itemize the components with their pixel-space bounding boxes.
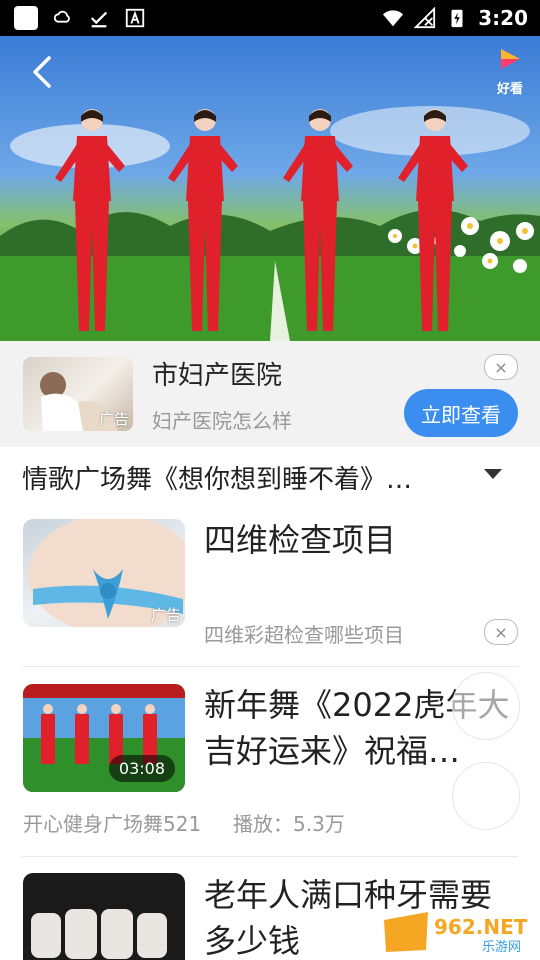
ad-close-button[interactable]: × bbox=[484, 354, 518, 380]
feed-item-subtitle: 四维彩超检查哪些项目 bbox=[204, 623, 404, 647]
video-author[interactable]: 开心健身广场舞521 bbox=[23, 808, 201, 837]
video-player[interactable]: 好看 bbox=[0, 36, 540, 341]
floating-action-button[interactable] bbox=[452, 672, 520, 740]
video-thumbnail[interactable] bbox=[23, 873, 185, 960]
battery-charging-icon bbox=[451, 9, 463, 28]
back-icon[interactable] bbox=[24, 52, 64, 92]
weather-icon bbox=[53, 10, 70, 23]
no-signal-icon bbox=[414, 7, 436, 29]
feed-ad-item[interactable]: 广告 四维检查项目 四维彩超检查哪些项目 × bbox=[0, 509, 540, 667]
video-title-row[interactable]: 情歌广场舞《想你想到睡不着》… bbox=[0, 447, 540, 509]
video-title: 情歌广场舞《想你想到睡不着》… bbox=[22, 465, 413, 495]
ad-tag: 广告 bbox=[150, 606, 181, 624]
feed-ad-close-button[interactable]: × bbox=[484, 619, 518, 645]
watermark-logo: 962.NET 乐游网 bbox=[384, 912, 528, 955]
dancer-figure bbox=[55, 109, 125, 331]
status-bar: 3:20 bbox=[0, 0, 540, 36]
video-play-count: 播放：5.3万 bbox=[233, 812, 345, 836]
video-thumbnail-image bbox=[31, 909, 167, 959]
app-notification-icon bbox=[14, 6, 38, 30]
feed-item-title[interactable]: 四维检查项目 bbox=[204, 517, 514, 563]
dancer-figure bbox=[398, 109, 468, 331]
clock: 3:20 bbox=[478, 6, 528, 30]
floating-action-button[interactable] bbox=[452, 762, 520, 830]
watermark-subtext: 乐游网 bbox=[482, 940, 521, 954]
close-icon: × bbox=[494, 622, 508, 642]
ad-cta-button[interactable]: 立即查看 bbox=[404, 389, 518, 437]
dancer-figure bbox=[283, 109, 353, 331]
haokan-label: 好看 bbox=[496, 82, 523, 97]
video-duration: 03:08 bbox=[108, 755, 175, 782]
ad-thumbnail[interactable]: 广告 bbox=[23, 357, 133, 431]
video-thumbnail[interactable]: 03:08 bbox=[23, 684, 185, 792]
feed-ad-thumbnail[interactable]: 广告 bbox=[23, 519, 185, 627]
wifi-icon bbox=[383, 10, 404, 27]
ad-title[interactable]: 市妇产医院 bbox=[152, 355, 282, 392]
haokan-play-icon bbox=[501, 49, 520, 69]
download-done-icon bbox=[90, 11, 108, 28]
haokan-logo[interactable]: 好看 bbox=[490, 46, 530, 97]
text-a-icon bbox=[125, 8, 145, 28]
watermark-text: 962.NET bbox=[434, 915, 528, 939]
close-icon: × bbox=[494, 357, 508, 377]
ad-tag: 广告 bbox=[98, 410, 129, 428]
dancer-figure bbox=[168, 109, 238, 331]
site-watermark: 962.NET 乐游网 bbox=[382, 910, 532, 955]
expand-icon[interactable] bbox=[484, 469, 502, 479]
ad-banner[interactable]: 广告 市妇产医院 妇产医院怎么样 × 立即查看 bbox=[0, 341, 540, 447]
ad-subtitle: 妇产医院怎么样 bbox=[152, 409, 292, 433]
